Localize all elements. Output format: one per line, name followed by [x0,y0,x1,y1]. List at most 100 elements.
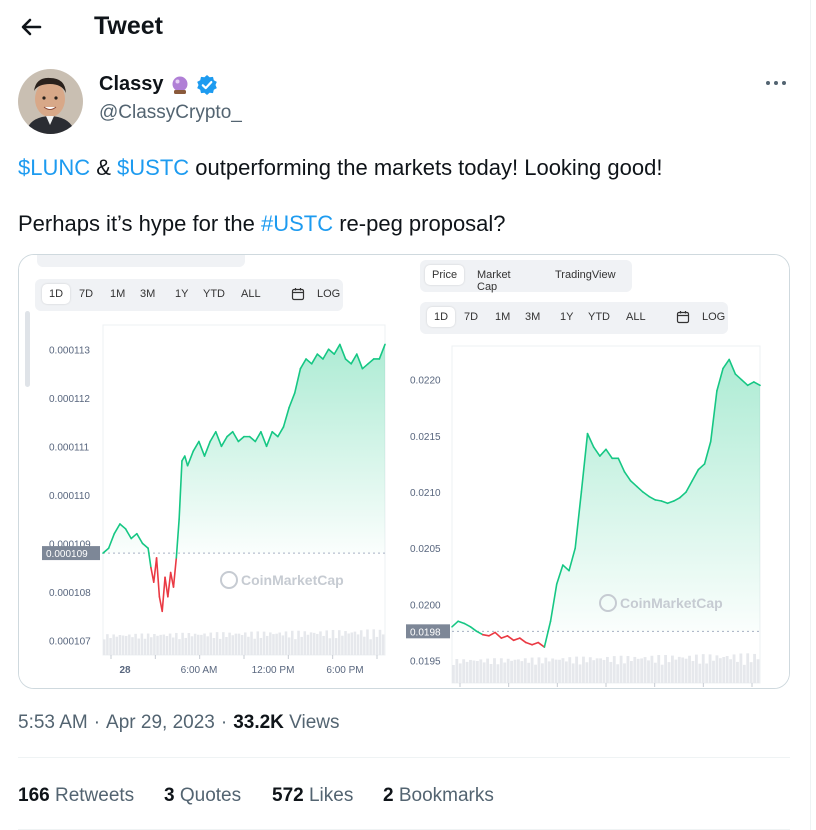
volume-bar [664,654,667,683]
volume-bar [103,639,106,655]
likes-link[interactable]: 572 Likes [272,785,353,807]
volume-bar [496,664,500,683]
separator: · [220,712,228,733]
hashtag-ustc[interactable]: #USTC [261,211,333,236]
volume-bar [244,632,247,655]
volume-bar [636,658,640,683]
volume-bar [222,632,225,655]
volume-bar [537,657,541,683]
volume-bar [701,654,705,683]
volume-bar [168,633,172,655]
volume-bar [109,638,112,655]
volume-bar [739,653,743,683]
watermark: CoinMarketCap [241,572,344,588]
y-tick-label: 0.0215 [410,432,441,443]
volume-bar [629,661,633,683]
y-tick-label: 0.0220 [410,376,441,387]
volume-bar [578,664,582,683]
volume-bar [732,654,736,683]
volume-bar [671,655,674,683]
volume-bar [240,635,244,655]
volume-bar [520,661,524,683]
bookmarks-label: Bookmarks [398,785,494,806]
watermark: CoinMarketCap [620,595,723,611]
volume-bar [203,633,206,655]
tweet-meta: 5:53 AM · Apr 29, 2023 · 33.2K Views [18,712,340,734]
volume-bar [551,658,555,683]
volume-bar [344,631,347,655]
volume-bar [465,661,469,683]
avatar[interactable] [18,69,83,134]
volume-bar [347,633,350,655]
volume-bar [124,635,128,655]
volume-bar [165,636,169,655]
volume-bar [259,637,263,655]
volume-bar [247,636,250,655]
volume-bar [153,634,156,655]
volume-bar [328,638,332,655]
volume-bar [452,665,455,683]
volume-bar [722,657,726,683]
volume-bar [309,632,313,655]
volume-bar [353,631,357,655]
volume-bar [592,660,596,683]
x-tick-label: 6:00 AM [181,665,218,676]
author-name[interactable]: Classy [99,73,218,96]
volume-bar [212,638,216,655]
view-count: 33.2K [233,712,284,733]
volume-bar [609,661,613,683]
volume-bar [749,662,753,683]
tweet-line-1: $LUNC & $USTC outperforming the markets … [18,154,662,182]
volume-bar [753,653,756,683]
ustc-price-chart: 0.0220 0.0215 0.0210 0.0205 0.0200 0.0195 0.01… [406,345,761,687]
volume-bar [588,657,592,683]
volume-bar [530,657,534,683]
tweet-time[interactable]: 5:53 AM [18,712,88,734]
volume-bar [633,656,637,683]
views-label: Views [289,712,340,733]
baseline-label: 0.0198 [410,627,441,638]
volume-bar [115,636,119,655]
volume-bar [287,637,291,655]
volume-bar [359,630,363,655]
volume-bar [200,634,203,655]
volume-bar [650,655,654,683]
volume-bar [215,632,219,655]
volume-bar [159,634,162,655]
cashtag-lunc[interactable]: $LUNC [18,155,90,180]
like-count: 572 [272,785,304,806]
volume-bar [510,660,513,683]
separator: · [93,712,101,733]
more-button[interactable] [764,75,788,91]
volume-bar [250,631,253,655]
quotes-link[interactable]: 3 Quotes [164,785,241,807]
volume-bar [197,634,200,655]
volume-bar [660,664,664,683]
tweet-date[interactable]: Apr 29, 2023 [106,712,215,734]
volume-bar [363,636,366,655]
volume-bar [479,659,483,683]
back-button[interactable] [16,12,46,42]
tweet-text: re-peg proposal? [333,211,506,236]
volume-bar [503,662,507,683]
volume-bar [527,662,531,683]
bookmarks-link[interactable]: 2 Bookmarks [383,785,494,807]
retweets-link[interactable]: 166 Retweets [18,785,134,807]
volume-bar [582,656,585,683]
volume-bar [558,659,561,683]
volume-bar [253,638,256,655]
volume-bar [106,634,109,655]
volume-bar [698,663,702,683]
arrow-left-icon [21,18,42,36]
tweet-media[interactable]: 1D 7D 1M 3M 1Y YTD ALL LOG 0.000113 0.000112 0.00… [18,254,790,689]
volume-bar [643,657,647,683]
more-horizontal-icon [766,81,786,85]
cashtag-ustc[interactable]: $USTC [117,155,189,180]
volume-bar [472,660,476,683]
volume-bar [681,657,685,683]
volume-bar [482,662,486,683]
volume-bar [341,635,344,655]
volume-bar [316,633,319,655]
volume-bar [742,664,746,683]
author-handle[interactable]: @ClassyCrypto_ [99,102,242,124]
